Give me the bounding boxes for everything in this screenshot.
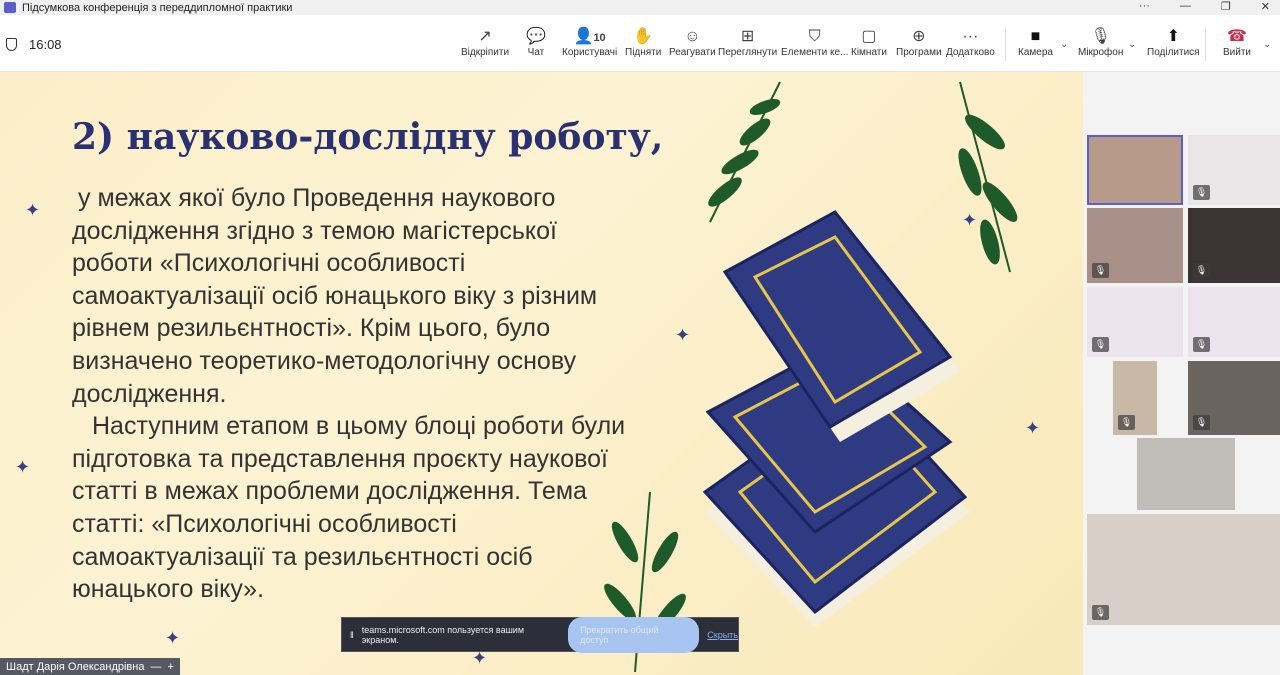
people-button[interactable]: 👤10 Користувачі [562, 27, 617, 58]
participant-avatar-tile[interactable]: 🎙 [1188, 287, 1280, 357]
sparkle-icon: ✦ [165, 628, 181, 648]
participant-video-tile[interactable]: 🎙 [1113, 361, 1157, 435]
presenter-name-bar: Шадт Дарія Олександрівна — + [0, 658, 180, 675]
shield-icon [6, 38, 17, 51]
stop-sharing-button[interactable]: Прекратить общий доступ [568, 616, 700, 653]
react-button[interactable]: ☺ Реагувати [669, 27, 716, 58]
presenter-name: Шадт Дарія Олександрівна [6, 660, 145, 673]
more-button[interactable]: ··· Додатково [946, 27, 995, 58]
meeting-toolbar: 16:08 ↗ Відкріпити 💬 Чат 👤10 Користувачі ✋ П… [0, 15, 1280, 72]
drag-handle-icon[interactable]: ‖ [350, 630, 354, 640]
sparkle-icon: ✦ [25, 200, 41, 220]
meeting-time: 16:08 [29, 37, 62, 52]
shared-screen-slide: 2) науково-дослідну роботу, у межах якої… [0, 72, 1083, 675]
mic-off-icon: 🎙 [1193, 337, 1210, 352]
slide-paragraph-2: Наступним етапом в цьому блоці роботи бу… [72, 412, 626, 604]
participant-video-tile[interactable] [1087, 135, 1183, 205]
participant-video-tile[interactable]: 🎙 [1087, 208, 1183, 283]
divider [1005, 29, 1006, 61]
smile-icon: ☺ [684, 28, 701, 45]
title-bar: Підсумкова конференція з переддипломної … [0, 0, 1280, 15]
shield-gear-icon: ⛉ [808, 28, 821, 45]
unpin-icon: ↗ [478, 28, 492, 45]
camera-icon: ■ [1030, 28, 1041, 45]
close-button[interactable]: ✕ [1261, 0, 1270, 13]
share-button[interactable]: ⬆ Поділитися [1147, 27, 1200, 58]
divider [1205, 29, 1206, 61]
participant-video-tile[interactable]: 🎙 [1188, 135, 1280, 205]
camera-button[interactable]: ■ Камера [1018, 27, 1053, 58]
share-banner-text: teams.microsoft.com пользуется вашим экр… [361, 624, 525, 645]
hide-banner-link[interactable]: Скрыть [707, 630, 738, 640]
sparkle-icon: ✦ [15, 457, 31, 477]
participant-video-tile[interactable]: 🎙 [1188, 208, 1280, 283]
hand-icon: ✋ [633, 28, 654, 45]
chat-icon: 💬 [526, 28, 546, 45]
unpin-button[interactable]: ↗ Відкріпити [461, 27, 509, 58]
zoom-out-icon[interactable]: — [150, 661, 161, 673]
meeting-controls-button[interactable]: ⛉ Елементи ке... [781, 27, 848, 58]
mic-off-icon: 🎙 [1118, 415, 1135, 430]
mic-off-icon: 🎙 [1090, 28, 1111, 45]
participant-avatar-tile[interactable]: 🎙 [1087, 287, 1183, 357]
maximize-button[interactable]: ❐ [1221, 0, 1231, 13]
minimize-button[interactable]: — [1180, 0, 1191, 13]
ellipsis-icon: ··· [962, 28, 979, 45]
participant-video-tile[interactable]: 🎙 [1188, 361, 1280, 435]
grid-icon: ⊞ [740, 28, 755, 45]
participant-video-tile[interactable]: 🎙 [1087, 514, 1280, 625]
mic-off-icon: 🎙 [1193, 263, 1210, 278]
leave-chevron-down-icon[interactable]: ⌄ [1263, 39, 1271, 50]
rooms-button[interactable]: ▢ Кімнати [851, 27, 887, 58]
rooms-icon: ▢ [861, 28, 877, 45]
plus-icon: ⊕ [912, 28, 926, 45]
people-icon: 👤10 [573, 28, 606, 45]
phone-hangup-icon: ☎ [1227, 28, 1247, 45]
mic-chevron-down-icon[interactable]: ⌄ [1128, 39, 1136, 50]
screen-share-banner: ‖ teams.microsoft.com пользуется вашим э… [341, 616, 739, 653]
share-icon: ⬆ [1166, 28, 1180, 45]
camera-chevron-down-icon[interactable]: ⌄ [1060, 39, 1068, 50]
mic-off-icon: 🎙 [1193, 185, 1210, 200]
mic-off-icon: 🎙 [1193, 415, 1210, 430]
participants-count: 10 [593, 32, 606, 44]
raise-hand-button[interactable]: ✋ Підняти [625, 27, 661, 58]
chat-button[interactable]: 💬 Чат [526, 27, 546, 58]
participants-gallery: 🎙 🎙 🎙 🎙 🎙 🎙 🎙 🎙 [1083, 72, 1280, 675]
teams-logo-icon [4, 2, 16, 13]
mic-off-icon: 🎙 [1092, 605, 1109, 620]
slide-body: у межах якої було Проведення наукового д… [72, 182, 632, 606]
more-icon[interactable]: ··· [1139, 0, 1150, 13]
books-illustration [604, 81, 1018, 673]
view-button[interactable]: ⊞ Переглянути [718, 27, 777, 58]
leave-button[interactable]: ☎ Вийти [1223, 27, 1251, 58]
apps-button[interactable]: ⊕ Програми [896, 27, 942, 58]
mic-off-icon: 🎙 [1092, 337, 1109, 352]
slide-paragraph-1: у межах якої було Проведення наукового д… [72, 184, 598, 408]
slide-heading: 2) науково-дослідну роботу, [72, 116, 664, 158]
mic-off-icon: 🎙 [1092, 263, 1109, 278]
microphone-button[interactable]: 🎙 Мікрофон [1078, 27, 1123, 58]
window-title: Підсумкова конференція з переддипломної … [22, 1, 293, 14]
zoom-in-icon[interactable]: + [167, 661, 173, 673]
participant-video-tile[interactable] [1137, 438, 1235, 510]
